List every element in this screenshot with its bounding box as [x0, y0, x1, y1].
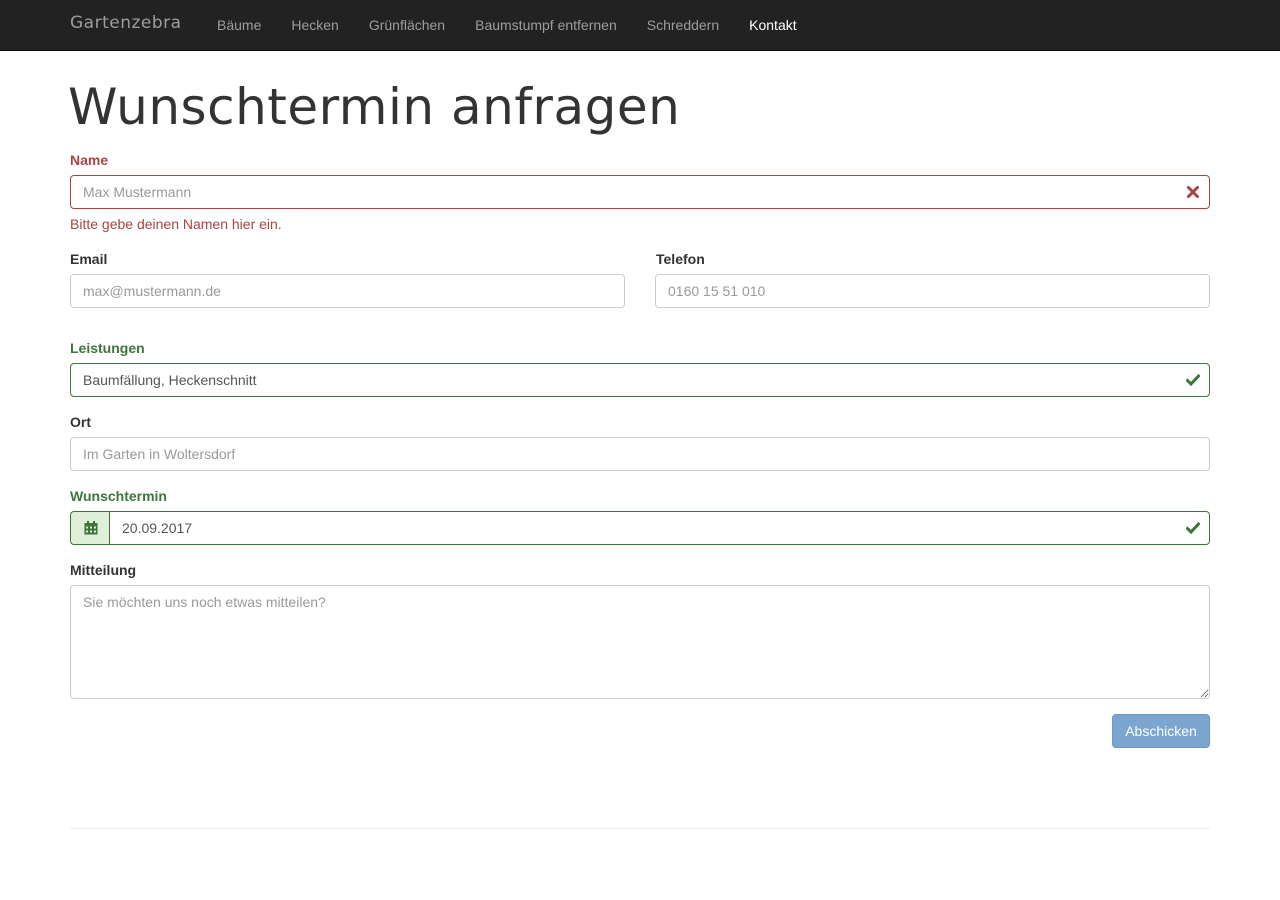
submit-button[interactable]: Abschicken: [1112, 714, 1210, 748]
leistungen-input[interactable]: [70, 363, 1210, 397]
wunschtermin-label: Wunschtermin: [70, 488, 167, 504]
nav-link-schreddern[interactable]: Schreddern: [632, 0, 734, 50]
telefon-label: Telefon: [656, 251, 705, 267]
nav-menu: Bäume Hecken Grünflächen Baumstumpf entf…: [202, 0, 812, 50]
mitteilung-label: Mitteilung: [70, 562, 137, 578]
nav-item-baeume: Bäume: [202, 0, 276, 50]
nav-item-hecken: Hecken: [276, 0, 353, 50]
leistungen-label: Leistungen: [70, 340, 145, 356]
email-label: Email: [70, 251, 108, 267]
check-icon: [1183, 370, 1203, 390]
brand-logo[interactable]: Gartenzebra: [70, 13, 182, 33]
nav-link-hecken[interactable]: Hecken: [276, 0, 353, 50]
nav-link-baeume[interactable]: Bäume: [202, 0, 276, 50]
email-input[interactable]: [70, 274, 625, 308]
name-input[interactable]: [70, 175, 1210, 209]
page-title: Wunschtermin anfragen: [68, 78, 681, 136]
name-error-message: Bitte gebe deinen Namen hier ein.: [70, 216, 282, 232]
check-icon: [1183, 518, 1203, 538]
nav-link-gruenflaechen[interactable]: Grünflächen: [354, 0, 460, 50]
ort-input[interactable]: [70, 437, 1210, 471]
ort-label: Ort: [70, 414, 91, 430]
nav-item-baumstumpf: Baumstumpf entfernen: [460, 0, 632, 50]
nav-item-gruenflaechen: Grünflächen: [354, 0, 460, 50]
remove-icon: [1183, 182, 1203, 202]
footer-divider: [70, 828, 1210, 829]
top-navbar: Gartenzebra Bäume Hecken Grünflächen Bau…: [0, 0, 1280, 51]
nav-link-kontakt[interactable]: Kontakt: [734, 0, 811, 50]
calendar-addon[interactable]: [70, 511, 110, 545]
calendar-icon: [84, 521, 98, 535]
nav-item-kontakt: Kontakt: [734, 0, 811, 50]
name-label: Name: [70, 152, 109, 168]
nav-item-schreddern: Schreddern: [632, 0, 734, 50]
nav-link-baumstumpf[interactable]: Baumstumpf entfernen: [460, 0, 632, 50]
mitteilung-textarea[interactable]: [70, 585, 1210, 699]
telefon-input[interactable]: [655, 274, 1210, 308]
wunschtermin-input[interactable]: [109, 511, 1210, 545]
